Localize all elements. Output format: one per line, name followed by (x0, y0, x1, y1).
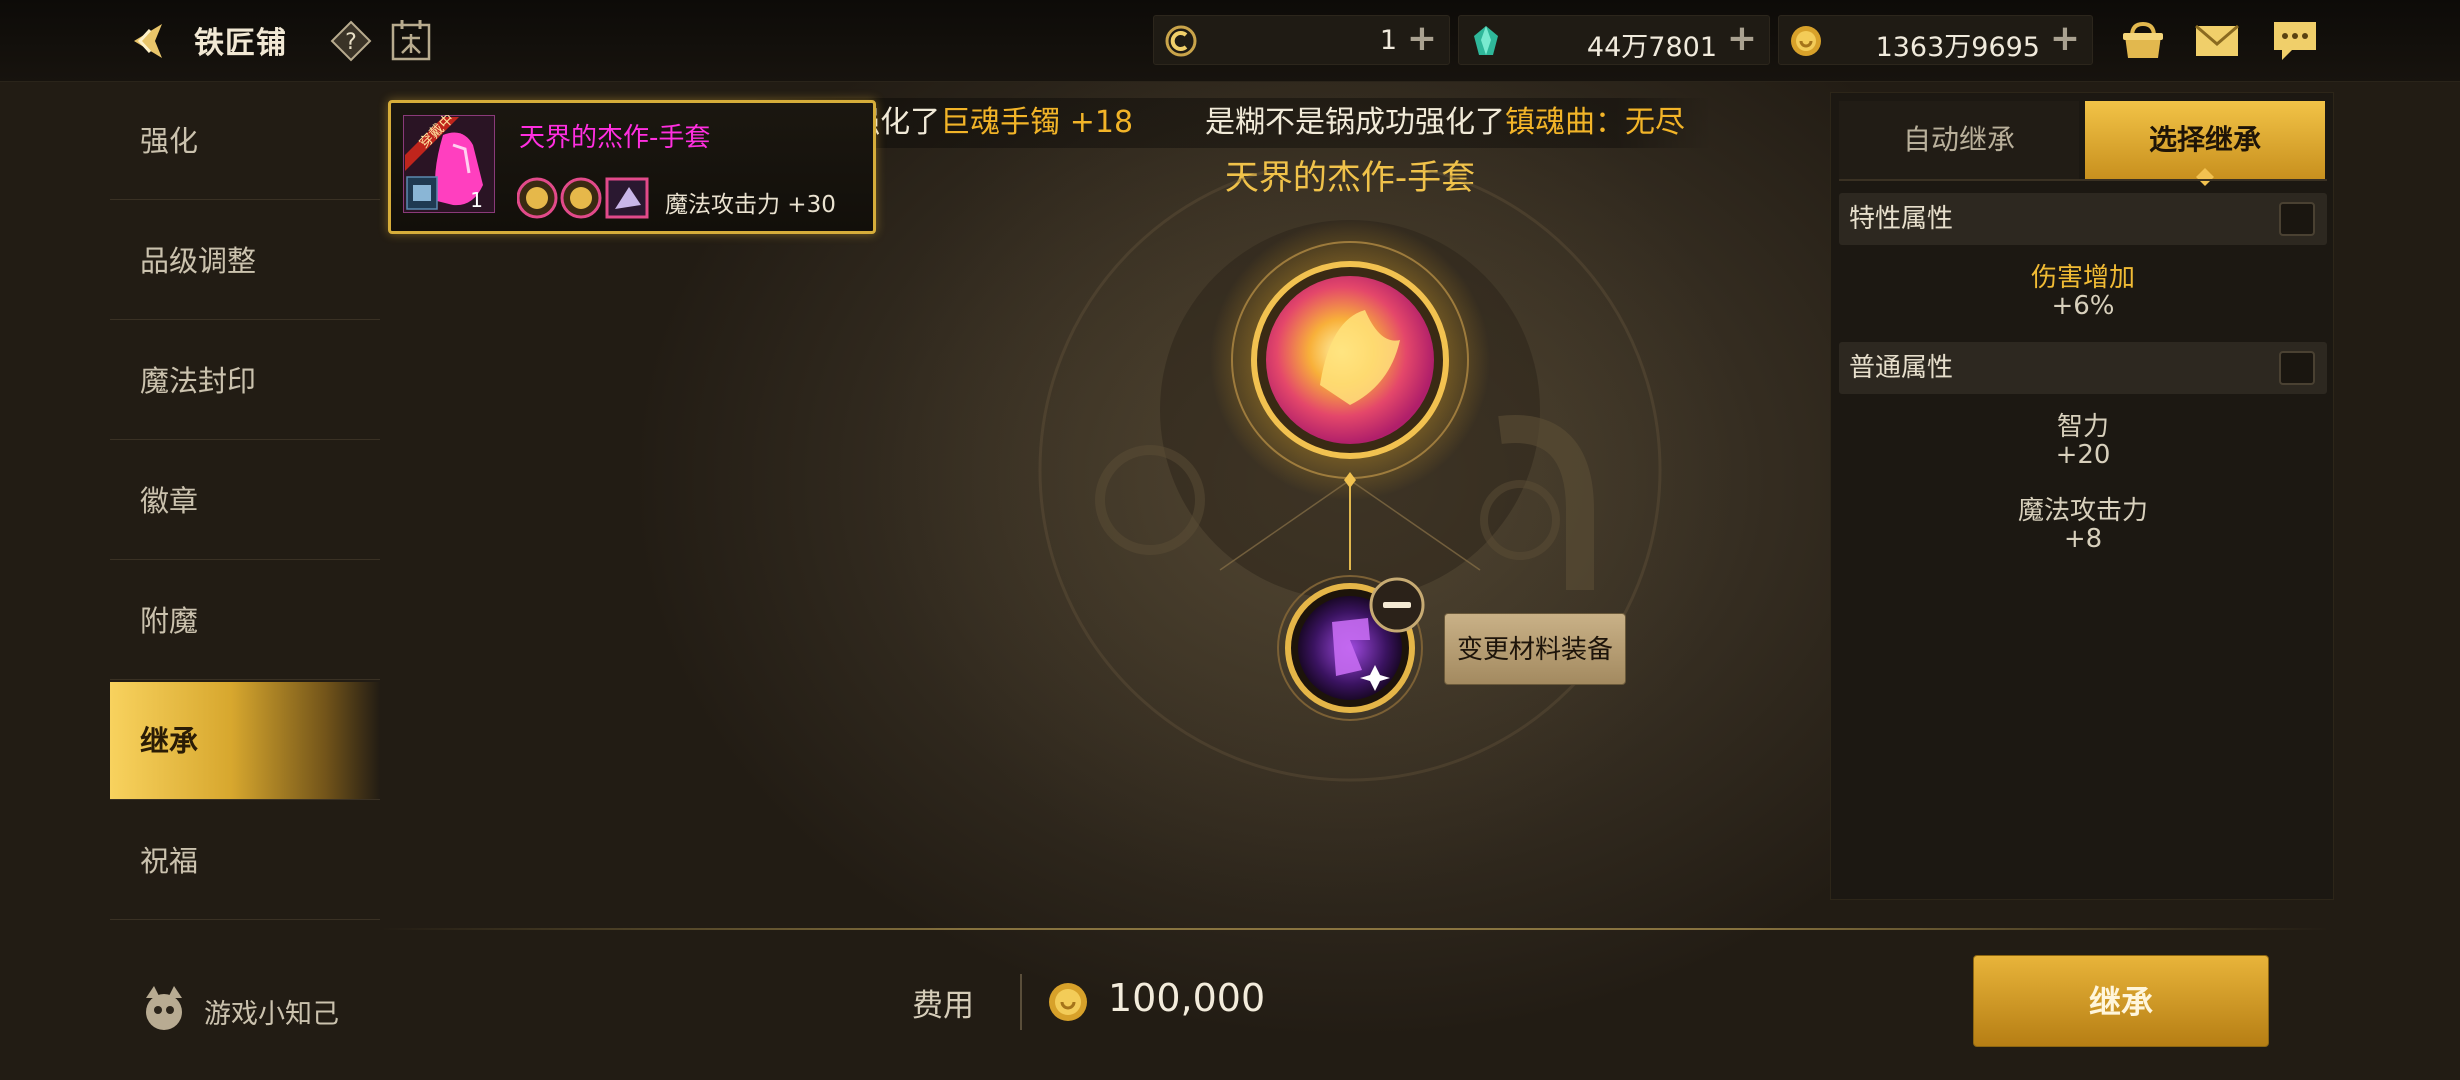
chat-icon[interactable] (2270, 16, 2320, 64)
mail-icon[interactable] (2192, 16, 2242, 64)
currency-gold-add-button[interactable]: + (2050, 18, 2080, 59)
calendar-icon[interactable] (390, 18, 432, 62)
item-glove-icon: 穿戴中 1 (403, 115, 495, 213)
marquee-item: 巨魂手镯 +18 (940, 105, 1134, 140)
currency-gem-add-button[interactable]: + (1727, 18, 1757, 59)
attr-value: +20 (2055, 440, 2111, 470)
currency-token: 1 + (1153, 15, 1450, 65)
currency-gem-value: 44万7801 (1586, 32, 1717, 63)
cost-label: 费用 (912, 988, 974, 1024)
tips-label: 游戏小知己 (204, 999, 339, 1030)
sidebar-item-blessing[interactable]: 祝福 (110, 802, 380, 920)
page-title: 铁匠铺 (194, 26, 287, 61)
sidebar-item-inherit[interactable]: 继承 (110, 682, 380, 800)
top-bar: 铁匠铺 ? 1 + 44万7801 + 1363万9695 + (0, 0, 2460, 82)
currency-token-value: 1 (1379, 25, 1397, 56)
marquee-item: 镇魂曲：无尽 (1505, 105, 1686, 140)
c-token-icon (1165, 25, 1197, 57)
item-count: 1 (470, 188, 483, 212)
item-info-card[interactable]: 穿戴中 1 天界的杰作-手套 魔法攻击力 +30 (388, 100, 876, 234)
tab-auto-inherit[interactable]: 自动继承 (1839, 101, 2079, 179)
broadcast-marquee: 06成功强化了巨魂手镯 +18是糊不是锅成功强化了镇魂曲：无尽 (752, 98, 1712, 148)
cost-separator (1020, 974, 1022, 1030)
attr-name: 魔法攻击力 (2017, 496, 2148, 526)
active-tab-marker-icon (2196, 168, 2214, 186)
section-title: 特性属性 (1849, 204, 1954, 234)
currency-token-add-button[interactable]: + (1407, 18, 1437, 59)
inherit-apparatus (1038, 170, 1662, 782)
sidebar-item-magic-seal[interactable]: 魔法封印 (110, 322, 380, 440)
item-card-stat: 魔法攻击力 +30 (665, 192, 836, 218)
help-icon[interactable]: ? (330, 20, 372, 62)
attr-value: +6% (2051, 291, 2115, 321)
gold-coin-icon (1791, 26, 1821, 56)
wallet-icon[interactable] (2118, 16, 2168, 64)
sidebar-item-emblem[interactable]: 徽章 (110, 442, 380, 560)
gold-coin-icon (1049, 983, 1087, 1021)
currency-gold-value: 1363万9695 (1875, 32, 2040, 63)
change-material-button[interactable]: 变更材料装备 (1444, 613, 1626, 685)
section-normal-attributes: 普通属性 (1839, 342, 2327, 394)
currency-gold: 1363万9695 + (1778, 15, 2093, 65)
sidebar: 强化 品级调整 魔法封印 徽章 附魔 继承 祝福 (110, 82, 380, 922)
tab-divider (1839, 179, 2327, 181)
marquee-text: 是糊不是锅成功强化了 (1205, 105, 1506, 140)
section-trait-attributes: 特性属性 (1839, 193, 2327, 245)
attr-name: 智力 (2056, 412, 2109, 442)
normal-attributes-checkbox[interactable] (2279, 351, 2315, 385)
trait-attributes-checkbox[interactable] (2279, 202, 2315, 236)
inherit-options-panel: 自动继承 选择继承 特性属性 伤害增加 +6% 普通属性 智力 +20 魔法攻击… (1830, 92, 2334, 900)
currency-gem: 44万7801 + (1458, 15, 1770, 65)
cost-value: 100,000 (1108, 976, 1266, 1020)
svg-text:?: ? (345, 30, 357, 55)
sidebar-item-enchant[interactable]: 附魔 (110, 562, 380, 680)
attr-value: +8 (2063, 524, 2103, 554)
section-title: 普通属性 (1849, 353, 1954, 383)
item-trait-icons (517, 177, 649, 219)
remove-material-button[interactable] (1368, 576, 1426, 634)
attr-name: 伤害增加 (2030, 263, 2135, 293)
item-card-name: 天界的杰作-手套 (519, 123, 711, 153)
gem-icon (1474, 26, 1498, 55)
inherit-button[interactable]: 继承 (1973, 955, 2269, 1047)
back-icon[interactable] (122, 16, 172, 66)
sidebar-item-grade-adjust[interactable]: 品级调整 (110, 202, 380, 320)
tips-mascot-icon (146, 986, 182, 1030)
footer-divider (380, 928, 2330, 930)
sidebar-item-enhance[interactable]: 强化 (110, 82, 380, 200)
